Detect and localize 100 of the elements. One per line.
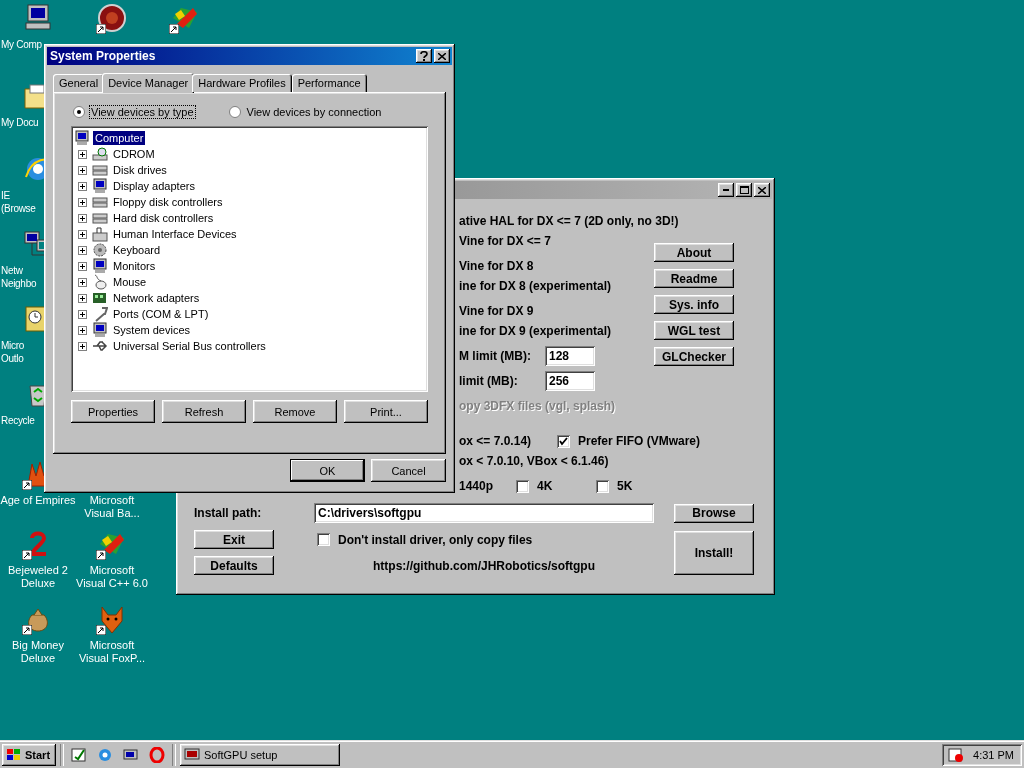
gear-icon — [92, 242, 108, 258]
icon-label[interactable]: IE (Browse — [1, 189, 36, 215]
shortcut-arrow-icon — [22, 625, 32, 635]
icon-label[interactable]: Netw Neighbo — [1, 264, 37, 290]
maximize-icon — [739, 186, 749, 194]
option-label: 1440p — [459, 479, 494, 493]
mouse-icon — [92, 274, 108, 290]
expand-toggle[interactable] — [78, 245, 87, 255]
option-checkbox[interactable]: 4K — [516, 479, 596, 493]
install-path-label: Install path: — [194, 506, 263, 520]
disc-icon[interactable] — [96, 2, 128, 34]
tree-item[interactable]: CDROM — [111, 147, 157, 161]
drive-icon — [92, 162, 108, 178]
drive-icon — [92, 210, 108, 226]
tree-item[interactable]: Hard disk controllers — [111, 211, 216, 225]
maximize-button[interactable] — [736, 183, 752, 197]
task-button[interactable]: SoftGPU setup — [180, 744, 340, 766]
tab[interactable]: Performance — [291, 74, 367, 92]
install-button[interactable]: Install! — [674, 530, 754, 575]
clock[interactable]: 4:31 PM — [973, 749, 1014, 761]
expand-toggle[interactable] — [78, 325, 87, 335]
tree-item[interactable]: Floppy disk controllers — [111, 195, 225, 209]
expand-toggle[interactable] — [78, 277, 87, 287]
expand-toggle[interactable] — [78, 149, 87, 159]
expand-toggle[interactable] — [78, 293, 87, 303]
help-button[interactable] — [416, 49, 432, 63]
flag-icon — [6, 748, 22, 762]
browse-button[interactable]: Browse — [674, 503, 754, 523]
icon-label[interactable]: My Comp — [1, 38, 42, 51]
side-button[interactable]: Sys. info — [654, 295, 734, 314]
project-link[interactable]: https://github.com/JHRobotics/softgpu — [373, 558, 595, 573]
side-button[interactable]: GLChecker — [654, 347, 734, 366]
dialog-button[interactable]: Cancel — [371, 459, 446, 482]
tree-item[interactable]: Computer — [93, 131, 146, 145]
tree-item[interactable]: Mouse — [111, 275, 149, 289]
option-label: ox < 7.0.10, VBox < 6.1.46) — [459, 454, 609, 468]
dialog-button[interactable]: OK — [290, 459, 365, 482]
install-path-field[interactable]: C:\drivers\softgpu — [314, 503, 654, 523]
tree-item[interactable]: Ports (COM & LPT) — [111, 307, 211, 321]
side-button[interactable]: Readme — [654, 269, 734, 288]
icon-label[interactable]: Microsoft Visual FoxP... — [78, 639, 146, 665]
checkbox[interactable] — [557, 434, 570, 448]
close-button[interactable] — [754, 183, 770, 197]
tab[interactable]: Device Manager — [102, 73, 195, 93]
copy-only-checkbox[interactable]: Don't install driver, only copy files — [317, 532, 654, 547]
checkbox[interactable] — [596, 479, 609, 493]
window-title: System Properties — [50, 49, 157, 63]
usb-icon — [92, 338, 108, 354]
expand-toggle[interactable] — [78, 213, 87, 223]
checkbox[interactable] — [516, 479, 529, 493]
side-button[interactable]: About — [654, 243, 734, 262]
minimize-button[interactable] — [718, 183, 734, 197]
option-label: Vine for DX 8 — [459, 259, 534, 273]
limit-field[interactable]: 256 — [545, 371, 595, 391]
icon-label[interactable]: Bejeweled 2 Deluxe — [8, 564, 68, 590]
expand-toggle[interactable] — [78, 341, 87, 351]
radio-button[interactable] — [228, 106, 241, 118]
option-checkbox[interactable]: 5K — [596, 479, 633, 493]
tree-item[interactable]: Universal Serial Bus controllers — [111, 339, 268, 353]
device-action-button[interactable]: Print... — [344, 400, 428, 423]
tree-item[interactable]: Keyboard — [111, 243, 163, 257]
expand-toggle[interactable] — [78, 181, 87, 191]
expand-toggle[interactable] — [78, 197, 87, 207]
close-button[interactable] — [434, 49, 450, 63]
icon-label[interactable]: Micro Outlo — [1, 339, 24, 365]
expand-toggle[interactable] — [78, 229, 87, 239]
tab[interactable]: Hardware Profiles — [192, 74, 292, 92]
tab[interactable]: General — [53, 74, 105, 92]
tree-item[interactable]: Display adapters — [111, 179, 197, 193]
icon-label[interactable]: Recycle — [1, 414, 35, 427]
exit-button[interactable]: Exit — [194, 530, 274, 549]
checkbox-label: Don't install driver, only copy files — [338, 532, 533, 547]
tree-item[interactable]: Human Interface Devices — [111, 227, 239, 241]
radio-button[interactable] — [73, 106, 85, 118]
device-action-button[interactable]: Remove — [253, 400, 337, 423]
device-action-button[interactable]: Refresh — [162, 400, 246, 423]
icon-label[interactable]: Microsoft Visual Ba... — [84, 494, 140, 520]
tree-item[interactable]: Monitors — [111, 259, 158, 273]
side-button[interactable]: WGL test — [654, 321, 734, 340]
shortcut-arrow-icon — [22, 480, 32, 490]
network-card-icon — [92, 290, 108, 306]
tree-item[interactable]: Disk drives — [111, 163, 169, 177]
expand-toggle[interactable] — [78, 165, 87, 175]
limit-field[interactable]: 128 — [545, 346, 595, 366]
tree-item[interactable]: System devices — [111, 323, 193, 337]
checkbox[interactable] — [317, 533, 330, 546]
device-action-button[interactable]: Properties — [71, 400, 155, 423]
option-label: Vine for DX <= 7 — [459, 234, 551, 248]
icon-label[interactable]: Big Money Deluxe — [12, 639, 64, 665]
expand-toggle[interactable] — [78, 261, 87, 271]
option-label: opy 3DFX files (vgl, splash) — [459, 399, 616, 413]
shortcut-arrow-icon — [22, 550, 32, 560]
icon-label[interactable]: Age of Empires — [0, 494, 76, 507]
start-button[interactable]: Start — [2, 744, 56, 766]
defaults-button[interactable]: Defaults — [194, 556, 274, 575]
tree-item[interactable]: Network adapters — [111, 291, 202, 305]
expand-toggle[interactable] — [78, 309, 87, 319]
icon-label[interactable]: My Docu — [1, 116, 39, 129]
option-label: ative HAL for DX <= 7 (2D only, no 3D!) — [459, 214, 679, 228]
icon-label[interactable]: Microsoft Visual C++ 6.0 — [76, 564, 148, 590]
